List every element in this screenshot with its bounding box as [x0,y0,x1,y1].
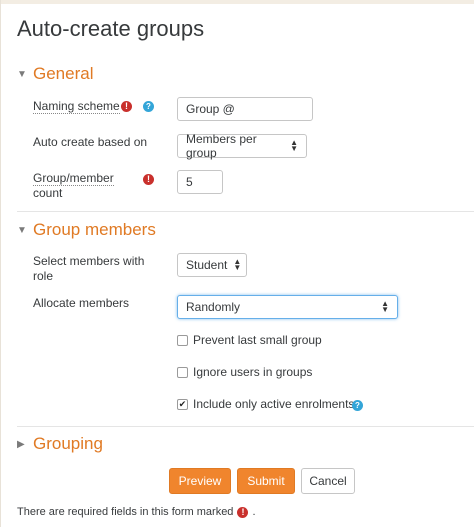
count-input[interactable] [177,170,223,194]
required-fields-note: There are required fields in this form m… [17,506,256,518]
naming-scheme-input[interactable] [177,97,313,121]
ignore-users-checkbox[interactable] [177,366,188,378]
prevent-last-checkbox[interactable] [177,334,188,346]
help-icon[interactable]: ? [143,101,154,112]
select-arrows-icon: ▲ ▼ [233,257,242,272]
divider [17,426,474,427]
section-grouping-label: Grouping [33,434,103,453]
active-only-row[interactable]: ✔ Include only active enrolments [177,397,354,411]
select-members-label: Select members with role [33,254,145,283]
prevent-last-label: Prevent last small group [193,333,322,347]
caret-down-icon: ▼ [17,68,27,80]
role-value: Student [186,258,228,272]
help-icon[interactable]: ? [352,400,363,411]
required-icon: ! [143,174,154,185]
select-arrows-icon: ▲ ▼ [290,138,298,153]
top-strip [1,0,474,4]
auto-create-select[interactable]: Members per group ▲ ▼ [177,132,307,160]
active-only-label: Include only active enrolments [193,397,355,411]
select-arrows-icon: ▲ ▼ [381,299,389,314]
prevent-last-row[interactable]: Prevent last small group [177,333,322,347]
section-general-label: General [33,64,94,83]
allocate-value: Randomly [186,300,241,314]
caret-right-icon: ▶ [17,438,25,450]
auto-create-label: Auto create based on [33,135,148,149]
page-title: Auto-create groups [17,16,205,41]
caret-down-icon: ▼ [17,224,27,236]
page: Auto-create groups ▼ General Naming sche… [0,0,474,527]
preview-button[interactable]: Preview [169,468,231,494]
role-select[interactable]: Student ▲ ▼ [177,253,247,277]
cancel-button[interactable]: Cancel [301,468,355,494]
divider [17,211,474,212]
section-group-members-header[interactable]: ▼ Group members [17,220,156,240]
auto-create-value: Members per group [186,132,257,160]
ignore-users-row[interactable]: Ignore users in groups [177,365,312,379]
allocate-label: Allocate members [33,296,130,310]
required-icon: ! [237,506,249,518]
active-only-checkbox[interactable]: ✔ [177,398,188,410]
section-grouping-header[interactable]: ▶ Grouping [17,434,103,454]
section-general-header[interactable]: ▼ General [17,64,93,84]
allocate-select[interactable]: Randomly ▲ ▼ [177,295,398,319]
ignore-users-label: Ignore users in groups [193,365,313,379]
count-label: Group/member count [33,171,114,200]
section-group-members-label: Group members [33,220,156,239]
required-icon: ! [121,101,132,112]
submit-button[interactable]: Submit [237,468,295,494]
naming-scheme-label: Naming scheme [33,99,120,114]
